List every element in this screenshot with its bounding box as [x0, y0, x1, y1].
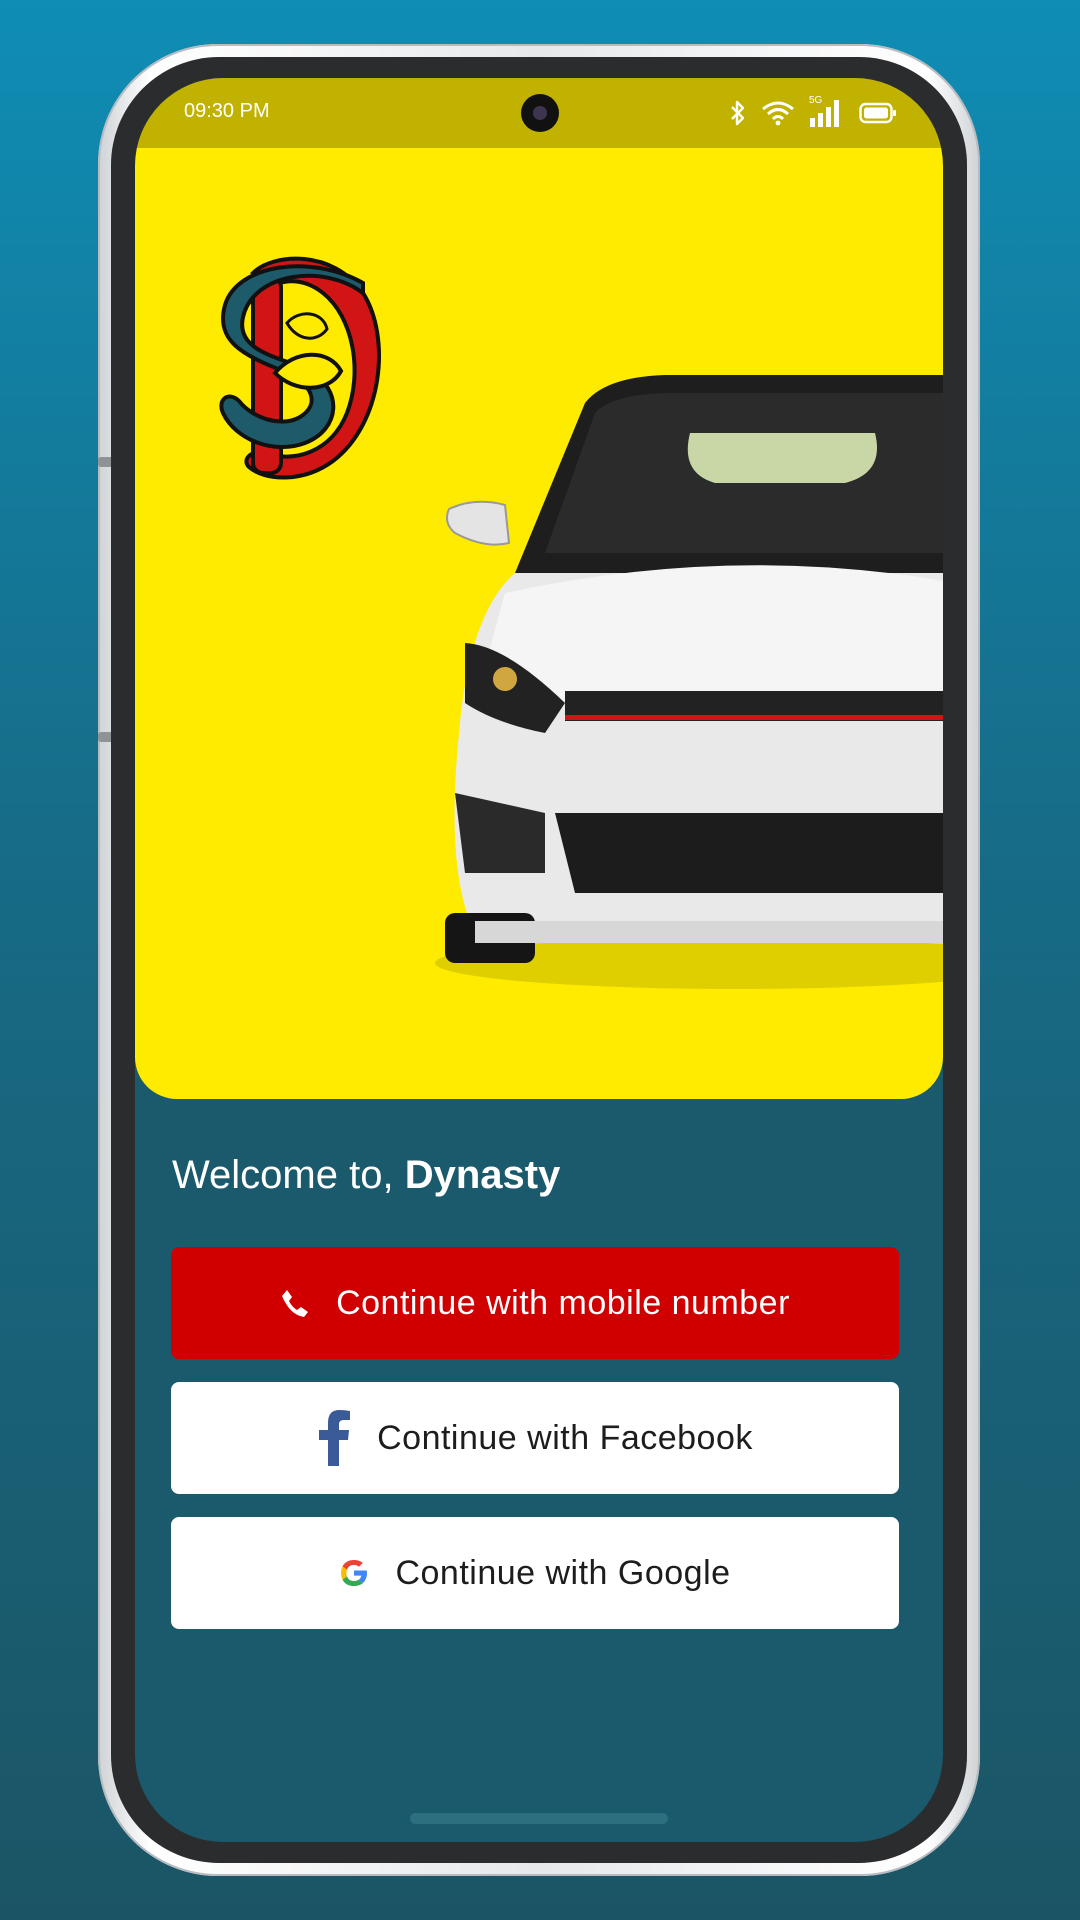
continue-facebook-label: Continue with Facebook [377, 1418, 753, 1457]
welcome-heading: Welcome to, Dynasty [172, 1153, 560, 1198]
home-indicator[interactable] [410, 1813, 668, 1824]
signal-5g-icon: 5G [809, 95, 845, 128]
facebook-icon [319, 1410, 351, 1466]
continue-mobile-button[interactable]: Continue with mobile number [171, 1247, 899, 1359]
status-bar: 09:30 PM 5G [135, 78, 943, 148]
wifi-icon [762, 101, 794, 126]
front-camera [521, 94, 559, 132]
brand-name: Dynasty [404, 1153, 561, 1197]
white-hatchback-car [435, 375, 943, 989]
continue-google-label: Continue with Google [395, 1553, 731, 1592]
battery-icon [859, 102, 896, 124]
bluetooth-icon [731, 100, 745, 126]
phone-icon [282, 1290, 309, 1317]
hero-banner [135, 148, 943, 1099]
status-icons: 5G [729, 95, 897, 128]
google-icon [341, 1560, 368, 1586]
continue-facebook-button[interactable]: Continue with Facebook [171, 1382, 899, 1494]
continue-mobile-label: Continue with mobile number [336, 1283, 790, 1322]
status-time: 09:30 PM [184, 100, 270, 122]
continue-google-button[interactable]: Continue with Google [171, 1517, 899, 1629]
app-screen: 09:30 PM 5G Welcome to, Dynasty Continue… [135, 78, 943, 1842]
welcome-prefix: Welcome to, [172, 1153, 394, 1197]
dynasty-monogram-logo [219, 256, 381, 480]
